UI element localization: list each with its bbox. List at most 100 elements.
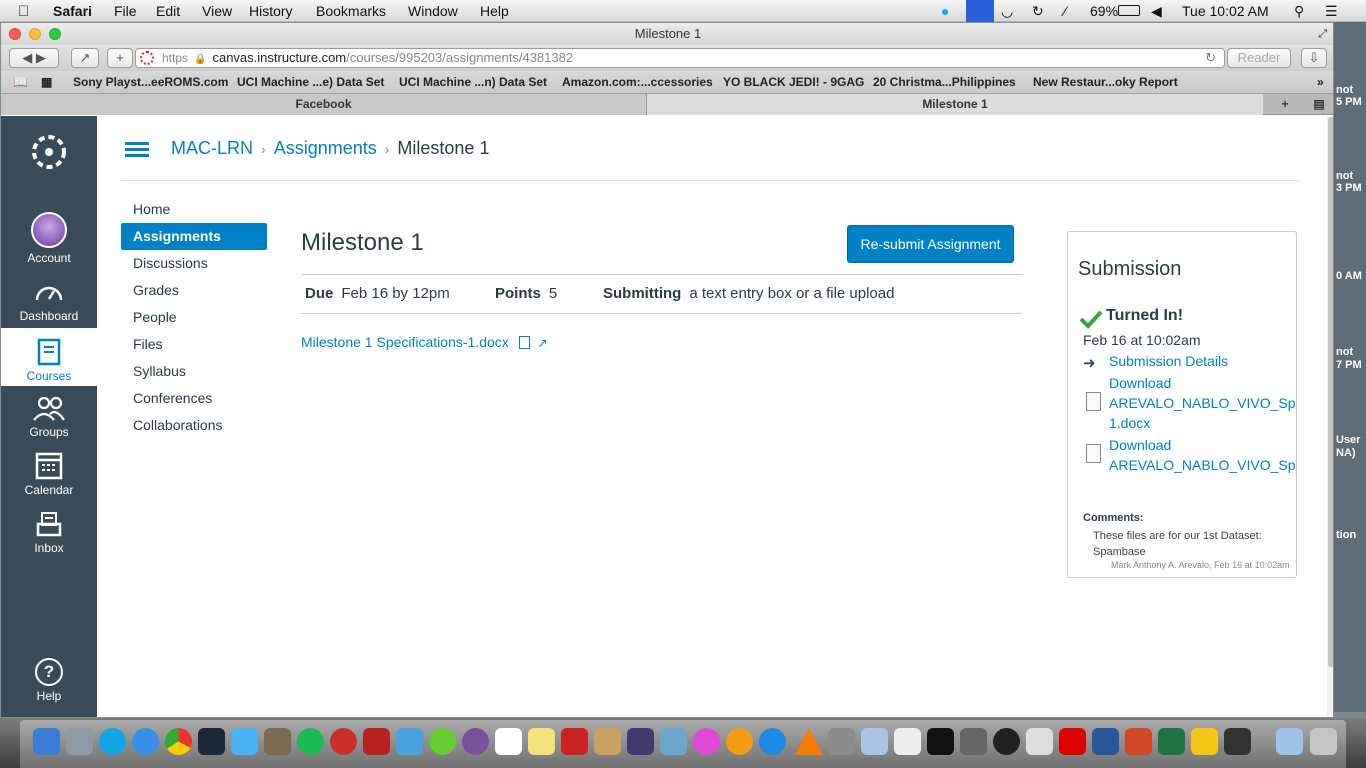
reading-list-icon[interactable]: 📖 (13, 75, 28, 89)
coursenav-people[interactable]: People (121, 304, 267, 331)
menu-help[interactable]: Help (480, 3, 509, 19)
stickies-icon[interactable] (528, 728, 555, 755)
powerpoint-icon[interactable] (1125, 728, 1152, 755)
word-icon[interactable] (1092, 728, 1119, 755)
notification-center-icon[interactable]: ☰ (1325, 3, 1338, 20)
nav-help[interactable]: ? Help (1, 658, 97, 703)
bookmark-item[interactable]: Sony Playst...eeROMS.com (73, 75, 228, 89)
viber-icon[interactable] (462, 728, 489, 755)
breadcrumb-course[interactable]: MAC-LRN (171, 138, 253, 158)
ical-icon[interactable] (495, 728, 522, 755)
bookmark-item[interactable]: New Restaur...oky Report (1033, 75, 1178, 89)
download-link-2[interactable]: Download AREVALO_NABLO_VIVO_Spambase (1109, 435, 1296, 475)
vlc-icon[interactable] (795, 728, 823, 755)
external-link-icon[interactable]: ↗ (538, 336, 548, 350)
tab-facebook[interactable]: Facebook (1, 94, 647, 115)
trash-icon[interactable] (1310, 728, 1337, 755)
submission-details-link[interactable]: Submission Details (1109, 351, 1228, 371)
minimize-window-icon[interactable] (29, 28, 41, 40)
menu-app-name[interactable]: Safari (53, 3, 92, 19)
spotify-icon[interactable] (297, 728, 324, 755)
downloads-folder-icon[interactable] (1276, 728, 1303, 755)
battery-percent[interactable]: 69% (1090, 3, 1118, 19)
spotlight-icon[interactable]: ⚲ (1294, 3, 1304, 20)
coursenav-assignments[interactable]: Assignments (121, 223, 267, 250)
nav-calendar[interactable]: Calendar (1, 450, 97, 497)
imovie-icon[interactable] (627, 728, 654, 755)
coursenav-discussions[interactable]: Discussions (121, 250, 267, 277)
nav-groups[interactable]: Groups (1, 394, 97, 439)
preview-icon[interactable] (861, 728, 888, 755)
skype-icon[interactable] (99, 728, 126, 755)
menu-history[interactable]: History (249, 3, 293, 19)
twitter-icon[interactable] (231, 728, 258, 755)
share-button[interactable]: ↗ (71, 48, 99, 68)
launchpad-icon[interactable] (66, 728, 93, 755)
github-icon[interactable] (993, 728, 1020, 755)
chrome-icon[interactable] (165, 728, 192, 755)
app-icon[interactable] (1026, 728, 1053, 755)
twitter-status-icon[interactable]: ● (941, 3, 949, 19)
system-preferences-icon[interactable] (828, 728, 855, 755)
time-machine-icon[interactable]: ↻ (1032, 3, 1044, 20)
nav-inbox[interactable]: Inbox (1, 510, 97, 555)
terminal-icon[interactable] (927, 728, 954, 755)
outlook-icon[interactable] (1191, 728, 1218, 755)
photo-booth-icon[interactable] (561, 728, 588, 755)
fullscreen-icon[interactable]: ⤢ (1318, 23, 1327, 45)
iphoto-icon[interactable] (660, 728, 687, 755)
coursenav-home[interactable]: Home (121, 196, 267, 223)
nav-dashboard[interactable]: Dashboard (1, 280, 97, 323)
reload-icon[interactable]: ↻ (1205, 49, 1216, 67)
menu-bookmarks[interactable]: Bookmarks (316, 3, 386, 19)
coursenav-collaborations[interactable]: Collaborations (121, 412, 267, 439)
menu-file[interactable]: File (114, 3, 137, 19)
forward-icon[interactable]: ▶ (36, 50, 46, 65)
itunes-icon[interactable] (693, 728, 720, 755)
reader-button[interactable]: Reader (1227, 48, 1291, 68)
file-link[interactable]: Milestone 1 Specifications-1.docx (301, 334, 509, 350)
scrollbar-thumb[interactable] (1328, 117, 1333, 667)
app-icon[interactable] (1224, 728, 1251, 755)
back-icon[interactable]: ◀ (22, 50, 32, 65)
download-link-1[interactable]: Download AREVALO_NABLO_VIVO_Spambase- 1.… (1109, 373, 1296, 433)
zoom-window-icon[interactable] (49, 28, 61, 40)
nav-courses[interactable]: Courses (1, 328, 97, 386)
menu-view[interactable]: View (202, 3, 232, 19)
menu-window[interactable]: Window (408, 3, 458, 19)
emulator-icon[interactable] (396, 728, 423, 755)
textedit-icon[interactable] (894, 728, 921, 755)
new-tab-icon[interactable]: + (1271, 94, 1299, 115)
downloads-button[interactable]: ⇩ (1301, 48, 1327, 68)
excel-icon[interactable] (1158, 728, 1185, 755)
new-tab-button[interactable]: + (107, 48, 133, 68)
app-store-icon[interactable] (759, 728, 786, 755)
garageband-icon[interactable] (594, 728, 621, 755)
bookmark-item[interactable]: Amazon.com:...ccessories (562, 75, 713, 89)
bookmark-item[interactable]: UCI Machine ...e) Data Set (237, 75, 384, 89)
canvas-logo[interactable] (1, 130, 97, 177)
steam-icon[interactable] (198, 728, 225, 755)
tab-milestone[interactable]: Milestone 1 (647, 94, 1263, 115)
coursenav-syllabus[interactable]: Syllabus (121, 358, 267, 385)
more-bookmarks-icon[interactable]: » (1317, 75, 1324, 89)
tab-overview-icon[interactable]: ▤ (1305, 94, 1333, 115)
photo-app-icon[interactable] (264, 728, 291, 755)
coursenav-conferences[interactable]: Conferences (121, 385, 267, 412)
coursenav-grades[interactable]: Grades (121, 277, 267, 304)
airplay-icon[interactable] (966, 0, 994, 22)
breadcrumb-assignments[interactable]: Assignments (274, 138, 377, 158)
wifi-icon[interactable]: ◡ (1001, 3, 1013, 20)
utorrent-icon[interactable] (429, 728, 456, 755)
downloader-icon[interactable] (330, 728, 357, 755)
back-forward-buttons[interactable]: ◀ ▶ (9, 48, 59, 68)
resubmit-assignment-button[interactable]: Re-submit Assignment (847, 225, 1014, 263)
utility-icon[interactable] (960, 728, 987, 755)
nav-account[interactable]: Account (1, 212, 97, 265)
volume-icon[interactable]: ◀ (1151, 3, 1162, 20)
close-window-icon[interactable] (9, 28, 21, 40)
coursenav-files[interactable]: Files (121, 331, 267, 358)
apple-menu-icon[interactable]:  (18, 3, 29, 20)
file-preview-icon[interactable] (518, 336, 530, 349)
bookmark-item[interactable]: 20 Christma...Philippines (873, 75, 1016, 89)
